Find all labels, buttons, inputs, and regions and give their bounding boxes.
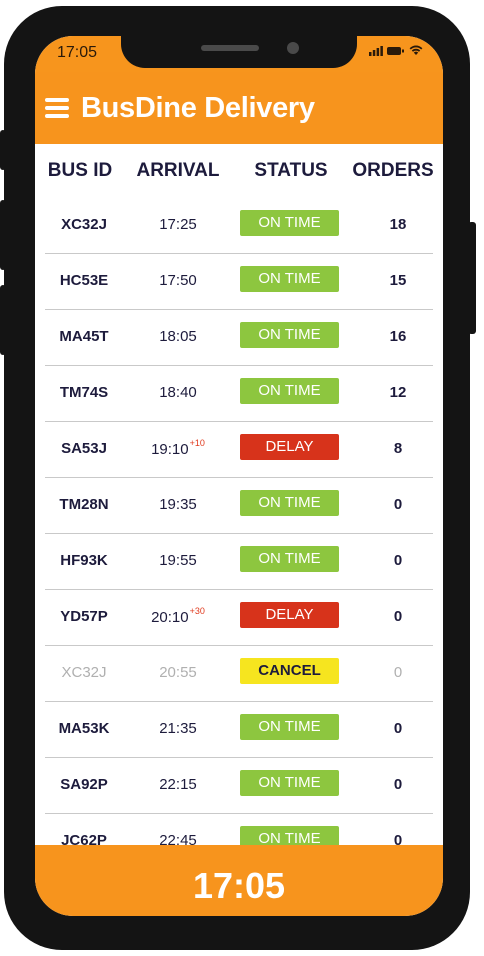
status-badge: DELAY bbox=[240, 434, 339, 460]
arrival-cell: 18:05 bbox=[140, 328, 216, 345]
table-row[interactable]: SA53J 19:10+10 DELAY 8 bbox=[35, 422, 443, 478]
arrival-cell: 19:35 bbox=[140, 496, 216, 513]
bus-id-cell: XC32J bbox=[61, 216, 107, 233]
arrival-cell: 19:55 bbox=[140, 552, 216, 569]
system-icons bbox=[369, 45, 423, 56]
volume-up-button bbox=[0, 200, 6, 270]
status-badge: ON TIME bbox=[240, 322, 339, 348]
speaker bbox=[201, 45, 259, 51]
arrival-time: 19:10 bbox=[151, 441, 189, 458]
table-row[interactable]: XC32J 20:55 CANCEL 0 bbox=[35, 646, 443, 702]
orders-cell: 0 bbox=[393, 776, 403, 793]
footer-bar: 17:05 bbox=[35, 845, 443, 916]
arrival-time: 20:55 bbox=[159, 664, 197, 681]
table-row[interactable]: TM74S 18:40 ON TIME 12 bbox=[35, 366, 443, 422]
table-row[interactable]: XC32J 17:25 ON TIME 18 bbox=[35, 198, 443, 254]
status-badge: ON TIME bbox=[240, 210, 339, 236]
status-badge: ON TIME bbox=[240, 714, 339, 740]
camera bbox=[287, 42, 299, 54]
orders-cell: 15 bbox=[389, 272, 407, 289]
table-row[interactable]: HC53E 17:50 ON TIME 15 bbox=[35, 254, 443, 310]
table-row[interactable]: HF93K 19:55 ON TIME 0 bbox=[35, 534, 443, 590]
arrival-cell: 17:50 bbox=[140, 272, 216, 289]
table-row[interactable]: YD57P 20:10+30 DELAY 0 bbox=[35, 590, 443, 646]
arrival-cell: 19:10+10 bbox=[140, 438, 216, 458]
arrival-time: 18:05 bbox=[159, 328, 197, 345]
status-bar: 17:05 bbox=[35, 36, 443, 72]
bus-id-cell: MA45T bbox=[59, 328, 109, 345]
status-time: 17:05 bbox=[57, 44, 98, 61]
bus-id-cell: XC32J bbox=[61, 664, 107, 681]
arrival-time: 19:35 bbox=[159, 496, 197, 513]
arrival-time: 17:50 bbox=[159, 272, 197, 289]
hamburger-menu-icon[interactable] bbox=[45, 98, 69, 118]
power-button bbox=[468, 222, 476, 334]
status-badge: ON TIME bbox=[240, 378, 339, 404]
bus-id-cell: YD57P bbox=[60, 608, 108, 625]
delay-minutes: +10 bbox=[189, 438, 205, 448]
bus-id-cell: HC53E bbox=[59, 272, 109, 289]
status-badge: DELAY bbox=[240, 602, 339, 628]
arrival-cell: 20:55 bbox=[140, 664, 216, 681]
header-status: STATUS bbox=[254, 160, 328, 181]
header-orders: ORDERS bbox=[352, 160, 434, 181]
orders-cell: 8 bbox=[393, 440, 403, 457]
arrival-cell: 20:10+30 bbox=[140, 606, 216, 626]
screen: 17:05 BusDine Delivery BUS ID ARRIVAL ST… bbox=[35, 36, 443, 916]
table-header: BUS ID ARRIVAL STATUS ORDERS bbox=[35, 144, 443, 198]
status-badge: CANCEL bbox=[240, 658, 339, 684]
bus-id-cell: TM28N bbox=[59, 496, 109, 513]
status-badge: ON TIME bbox=[240, 266, 339, 292]
bus-id-cell: SA53J bbox=[61, 440, 107, 457]
arrival-cell: 17:25 bbox=[140, 216, 216, 233]
wifi-icon bbox=[409, 45, 423, 55]
arrival-cell: 21:35 bbox=[140, 720, 216, 737]
orders-cell: 0 bbox=[393, 720, 403, 737]
arrival-cell: 22:15 bbox=[140, 776, 216, 793]
arrival-time: 17:25 bbox=[159, 216, 197, 233]
bus-id-cell: HF93K bbox=[60, 552, 108, 569]
arrival-time: 22:15 bbox=[159, 776, 197, 793]
bus-id-cell: MA53K bbox=[58, 720, 110, 737]
orders-cell: 18 bbox=[389, 216, 407, 233]
volume-down-button bbox=[0, 285, 6, 355]
bus-id-cell: SA92P bbox=[60, 776, 108, 793]
header-arrival: ARRIVAL bbox=[136, 160, 220, 181]
battery-icon bbox=[387, 46, 404, 55]
orders-cell: 12 bbox=[389, 384, 407, 401]
header-bus-id: BUS ID bbox=[47, 160, 113, 181]
app-title: BusDine Delivery bbox=[81, 92, 315, 124]
delay-minutes: +30 bbox=[189, 606, 205, 616]
status-badge: ON TIME bbox=[240, 490, 339, 516]
orders-cell: 0 bbox=[393, 608, 403, 625]
table-row[interactable]: MA45T 18:05 ON TIME 16 bbox=[35, 310, 443, 366]
signal-icon bbox=[369, 45, 383, 56]
orders-cell: 16 bbox=[389, 328, 407, 345]
orders-cell: 0 bbox=[393, 664, 403, 681]
table-row[interactable]: SA92P 22:15 ON TIME 0 bbox=[35, 758, 443, 814]
table-row[interactable]: MA53K 21:35 ON TIME 0 bbox=[35, 702, 443, 758]
notch bbox=[121, 36, 357, 68]
mute-switch bbox=[0, 130, 6, 170]
table-row[interactable]: TM28N 19:35 ON TIME 0 bbox=[35, 478, 443, 534]
arrival-time: 19:55 bbox=[159, 552, 197, 569]
orders-cell: 0 bbox=[393, 496, 403, 513]
arrival-time: 21:35 bbox=[159, 720, 197, 737]
arrival-time: 20:10 bbox=[151, 609, 189, 626]
orders-cell: 0 bbox=[393, 552, 403, 569]
status-badge: ON TIME bbox=[240, 770, 339, 796]
bus-id-cell: TM74S bbox=[59, 384, 109, 401]
arrival-cell: 18:40 bbox=[140, 384, 216, 401]
status-badge: ON TIME bbox=[240, 546, 339, 572]
footer-clock: 17:05 bbox=[192, 865, 286, 906]
app-bar: BusDine Delivery bbox=[35, 72, 443, 144]
arrival-time: 18:40 bbox=[159, 384, 197, 401]
